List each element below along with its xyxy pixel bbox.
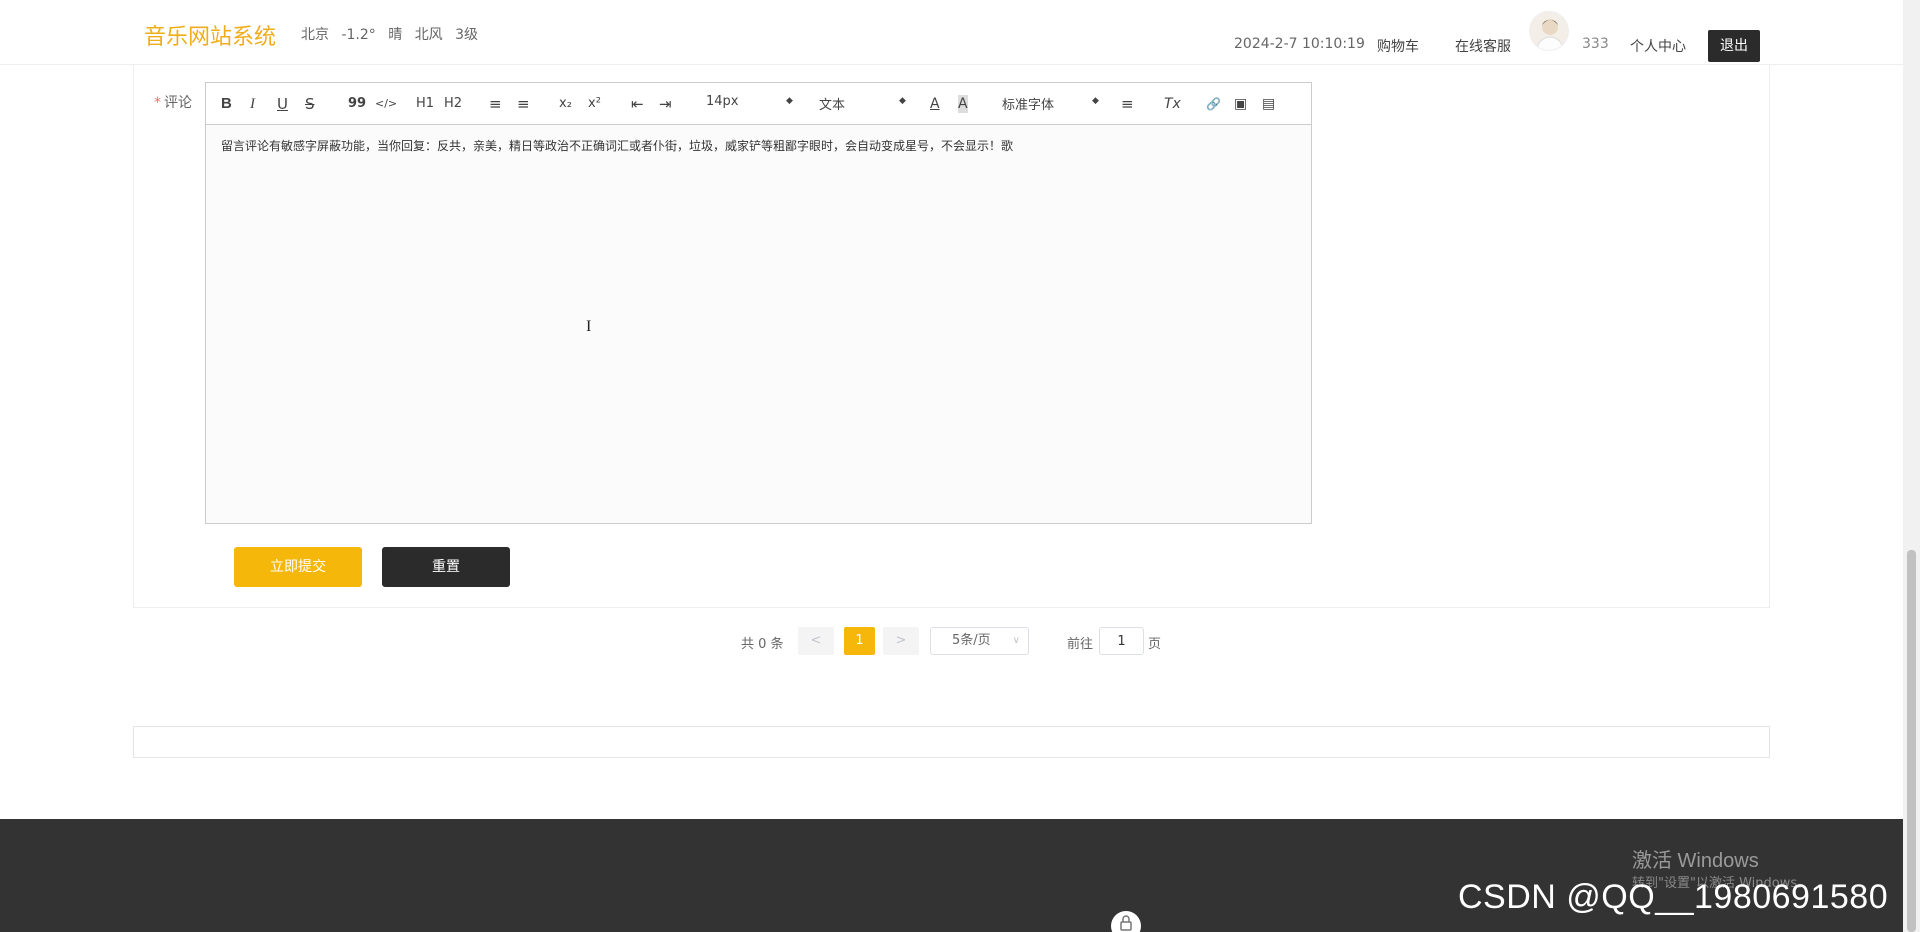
bold-button[interactable]: B <box>221 95 232 113</box>
font-size-select[interactable]: 14px ◆ <box>706 94 794 109</box>
font-family-value: 标准字体 <box>1002 98 1055 113</box>
csdn-watermark: CSDN @QQ__1980691580 <box>1458 878 1889 916</box>
code-button[interactable]: </> <box>375 95 397 113</box>
block-format-select[interactable]: 文本 ◆ <box>819 94 907 113</box>
editor-toolbar: B I U S 99 </> H1 H2 ≡ ≡ x₂ x² ⇤ ⇥ 14px … <box>206 83 1311 125</box>
logout-button[interactable]: 退出 <box>1708 30 1760 62</box>
weather-level: 3级 <box>455 27 479 43</box>
indent-button[interactable]: ⇥ <box>659 95 672 113</box>
page-size-select[interactable]: 5条/页 ∨ <box>930 627 1029 655</box>
avatar[interactable] <box>1529 11 1569 51</box>
weather-wind: 北风 <box>414 27 443 43</box>
goto-page-input[interactable] <box>1099 627 1144 655</box>
page-suffix-label: 页 <box>1148 637 1162 652</box>
h2-button[interactable]: H2 <box>444 95 462 113</box>
quote-button[interactable]: 99 <box>348 95 366 113</box>
select-arrow-icon: ◆ <box>786 96 793 106</box>
reset-button[interactable]: 重置 <box>382 547 510 587</box>
pagination-prev-button[interactable]: < <box>798 627 834 655</box>
font-family-select[interactable]: 标准字体 ◆ <box>1002 94 1100 113</box>
outdent-button[interactable]: ⇤ <box>631 95 644 113</box>
superscript-button[interactable]: x² <box>588 95 601 113</box>
pagination-total: 共 0 条 <box>741 637 784 652</box>
font-color-button[interactable]: A <box>930 95 940 113</box>
subscript-button[interactable]: x₂ <box>559 95 572 113</box>
select-arrow-icon: ◆ <box>899 96 906 106</box>
image-button[interactable]: ▣ <box>1234 95 1247 113</box>
editor-content[interactable]: 留言评论有敏感字屏蔽功能，当你回复：反共，亲美，精日等政治不正确词汇或者仆街，垃… <box>206 125 1311 167</box>
bullet-list-button[interactable]: ≡ <box>517 95 530 113</box>
pagination-page-1[interactable]: 1 <box>844 627 875 655</box>
block-format-value: 文本 <box>819 98 846 113</box>
comment-label: * 评论 <box>154 92 192 112</box>
h1-button[interactable]: H1 <box>416 95 434 113</box>
comment-label-text: 评论 <box>164 95 192 111</box>
clear-format-button[interactable]: Tx <box>1164 95 1181 113</box>
scrollbar-thumb[interactable] <box>1907 550 1916 932</box>
page-size-value: 5条/页 <box>952 633 991 648</box>
font-size-value: 14px <box>706 94 739 109</box>
underline-button[interactable]: U <box>277 95 288 113</box>
username-label[interactable]: 333 <box>1582 36 1609 52</box>
weather-city: 北京 <box>301 27 329 43</box>
lock-icon-glyph <box>1120 915 1132 931</box>
strike-button[interactable]: S <box>305 95 315 113</box>
background-color-button[interactable]: A <box>958 95 968 113</box>
avatar-image <box>1530 12 1568 50</box>
italic-button[interactable]: I <box>250 95 255 113</box>
rich-text-editor: B I U S 99 </> H1 H2 ≡ ≡ x₂ x² ⇤ ⇥ 14px … <box>205 82 1312 524</box>
chevron-down-icon: ∨ <box>1012 635 1020 646</box>
nav-service-link[interactable]: 在线客服 <box>1455 36 1511 56</box>
pagination-next-button[interactable]: > <box>883 627 919 655</box>
goto-label: 前往 <box>1067 637 1094 652</box>
lock-icon[interactable] <box>1111 911 1141 932</box>
nav-cart-link[interactable]: 购物车 <box>1377 36 1419 56</box>
weather-widget: 北京 -1.2° 晴 北风 3级 <box>301 24 486 44</box>
windows-activation-title: 激活 Windows <box>1632 850 1759 872</box>
select-arrow-icon: ◆ <box>1092 96 1099 106</box>
video-button[interactable]: ▤ <box>1262 95 1275 113</box>
top-header: 音乐网站系统 北京 -1.2° 晴 北风 3级 2024-2-7 10:10:1… <box>0 0 1903 65</box>
align-button[interactable]: ≡ <box>1121 95 1134 113</box>
weather-condition: 晴 <box>388 27 403 43</box>
nav-profile-link[interactable]: 个人中心 <box>1630 36 1686 56</box>
text-cursor-icon: I <box>586 318 592 335</box>
ordered-list-button[interactable]: ≡ <box>489 95 502 113</box>
submit-button[interactable]: 立即提交 <box>234 547 362 587</box>
required-mark: * <box>154 95 161 111</box>
vertical-scrollbar[interactable] <box>1903 0 1920 932</box>
weather-temp: -1.2° <box>341 27 376 43</box>
site-logo[interactable]: 音乐网站系统 <box>144 19 276 51</box>
current-datetime: 2024-2-7 10:10:19 <box>1234 36 1365 52</box>
empty-content-box <box>133 726 1770 758</box>
link-button[interactable]: 🔗 <box>1206 95 1221 113</box>
